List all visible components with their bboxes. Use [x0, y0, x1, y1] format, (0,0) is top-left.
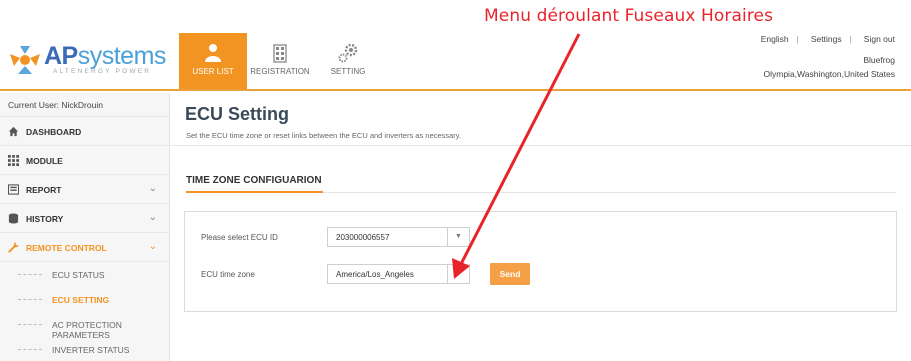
- sidebar-item-report[interactable]: REPORT ⌄: [0, 175, 169, 204]
- chevron-down-icon: ⌄: [148, 183, 157, 194]
- logo-ap-text: AP: [44, 42, 78, 70]
- sidebar-subitem-inverter-status[interactable]: INVERTER STATUS: [0, 337, 169, 361]
- time-zone-value: America/Los_Angeles: [336, 270, 414, 279]
- sidebar-item-remote-control[interactable]: REMOTE CONTROL ⌄: [0, 233, 169, 262]
- time-zone-select[interactable]: America/Los_Angeles ▼: [327, 264, 470, 284]
- sidebar-subitem-ac-protection[interactable]: AC PROTECTION PARAMETERS: [0, 312, 169, 340]
- sidebar-item-dashboard[interactable]: DASHBOARD: [0, 117, 169, 146]
- chevron-down-icon: ⌄: [148, 212, 157, 223]
- user-info: Bluefrog Olympia,Washington,United State…: [764, 53, 896, 81]
- database-icon: [8, 213, 19, 224]
- send-button[interactable]: Send: [490, 263, 530, 285]
- tab-user-list[interactable]: USER LIST: [179, 33, 247, 89]
- tab-user-list-label: USER LIST: [192, 67, 234, 76]
- sign-out-link[interactable]: Sign out: [864, 34, 895, 44]
- sidebar-item-history[interactable]: HISTORY ⌄: [0, 204, 169, 233]
- annotation-label: Menu déroulant Fuseaux Horaires: [484, 6, 774, 26]
- language-link[interactable]: English: [761, 34, 789, 44]
- divider: [171, 145, 911, 146]
- tree-connector: [18, 349, 42, 350]
- chevron-down-icon[interactable]: ▼: [447, 265, 469, 283]
- current-user: Current User: NickDrouin: [0, 93, 169, 117]
- tab-registration[interactable]: REGISTRATION: [246, 33, 314, 89]
- sidebar-subitem-label: ECU STATUS: [52, 270, 105, 280]
- settings-link[interactable]: Settings: [811, 34, 842, 44]
- tab-setting[interactable]: SETTING: [314, 33, 382, 89]
- section-title: TIME ZONE CONFIGUARION: [186, 175, 322, 186]
- timezone-config-panel: Please select ECU ID 203000006557 ▼ ECU …: [184, 211, 897, 312]
- sidebar-subitem-label: ECU SETTING: [52, 295, 110, 305]
- sidebar: Current User: NickDrouin DASHBOARD MODUL…: [0, 93, 170, 361]
- gears-icon: [338, 43, 358, 63]
- home-icon: [8, 126, 19, 137]
- tree-connector: [18, 324, 42, 325]
- users-icon: [205, 44, 221, 62]
- sidebar-subitem-ecu-status[interactable]: ECU STATUS: [0, 262, 169, 287]
- chevron-down-icon[interactable]: ▼: [447, 228, 469, 246]
- wrench-icon: [8, 242, 19, 253]
- user-location: Olympia,Washington,United States: [763, 69, 896, 79]
- sidebar-subitem-label: INVERTER STATUS: [52, 345, 130, 355]
- report-icon: [8, 184, 19, 195]
- page-title: ECU Setting: [185, 104, 290, 124]
- sidebar-item-label: HISTORY: [26, 214, 64, 224]
- grid-icon: [8, 155, 19, 166]
- sidebar-item-label: REMOTE CONTROL: [26, 243, 107, 253]
- tab-setting-label: SETTING: [330, 67, 366, 76]
- chevron-down-icon: ⌄: [148, 241, 157, 252]
- sidebar-subitem-ecu-setting[interactable]: ECU SETTING: [0, 287, 169, 312]
- logo-wordmark: APsystems: [44, 42, 166, 71]
- separator: |: [796, 34, 799, 44]
- tree-connector: [18, 299, 42, 300]
- sidebar-item-module[interactable]: MODULE: [0, 146, 169, 175]
- user-name: Bluefrog: [863, 55, 895, 65]
- ecu-id-select[interactable]: 203000006557 ▼: [327, 227, 470, 247]
- section-underline: [186, 191, 323, 193]
- building-icon: [273, 44, 287, 63]
- sidebar-item-label: REPORT: [26, 185, 62, 195]
- time-zone-label: ECU time zone: [201, 270, 255, 279]
- logo-tagline: ALTENERGY POWER: [53, 68, 152, 75]
- apsystems-logo[interactable]: APsystems ALTENERGY POWER: [8, 42, 166, 78]
- main-content: ECU Setting Set the ECU time zone or res…: [171, 93, 911, 361]
- logo-systems-text: systems: [77, 42, 167, 70]
- top-header: APsystems ALTENERGY POWER USER LIST REGI…: [0, 33, 911, 91]
- tab-registration-label: REGISTRATION: [250, 67, 310, 76]
- separator: |: [849, 34, 852, 44]
- sidebar-item-label: DASHBOARD: [26, 127, 82, 137]
- ecu-id-value: 203000006557: [336, 233, 390, 242]
- tree-connector: [18, 274, 42, 275]
- logo-mark-icon: [10, 46, 40, 74]
- ecu-id-label: Please select ECU ID: [201, 233, 278, 242]
- sidebar-item-label: MODULE: [26, 156, 63, 166]
- top-links: English | Settings | Sign out: [757, 34, 895, 44]
- page-description: Set the ECU time zone or reset links bet…: [186, 131, 461, 140]
